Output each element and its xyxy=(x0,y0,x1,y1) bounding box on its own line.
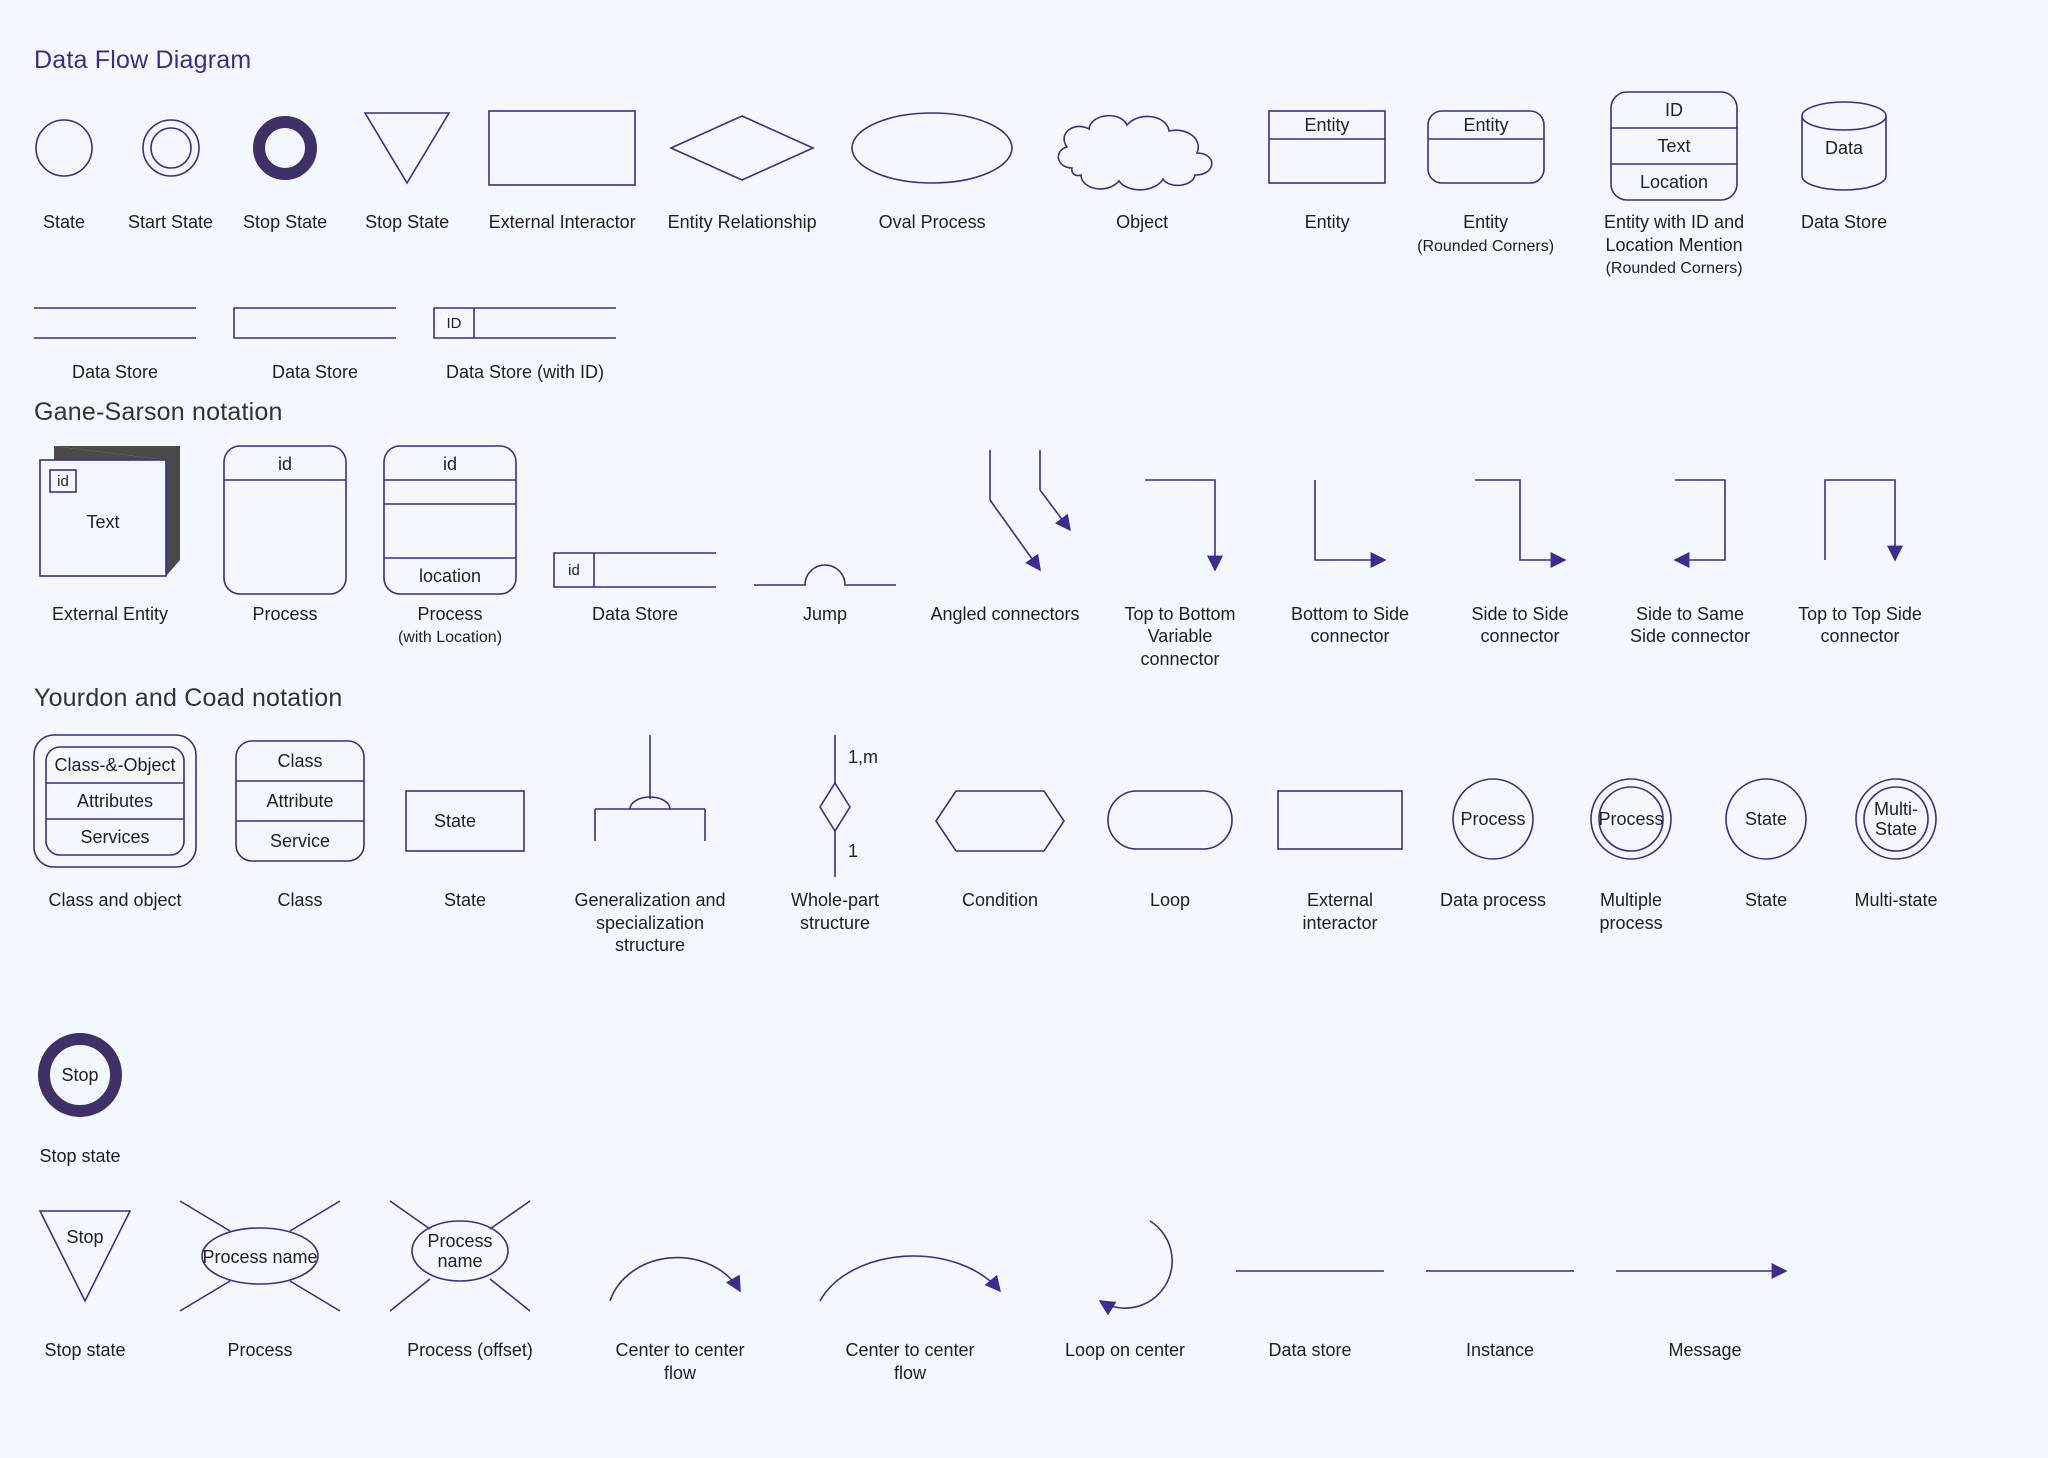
shape-condition: Condition xyxy=(930,731,1070,912)
svg-text:State: State xyxy=(434,811,476,831)
shape-gs-process-location: id location Process(with Location) xyxy=(380,445,520,649)
shape-whole-part: 1,m 1 Whole-part structure xyxy=(770,731,900,934)
svg-text:Multi-: Multi- xyxy=(1874,799,1918,819)
shape-external-entity-3d: id Text External Entity xyxy=(30,445,190,626)
shape-stop-state-triangle: Stop State xyxy=(357,93,457,234)
svg-text:Attributes: Attributes xyxy=(77,791,153,811)
shape-data-store-cylinder: Data Data Store xyxy=(1794,93,1894,234)
dfd-row-1: State Start State Stop State Stop State … xyxy=(30,93,2018,279)
shape-multi-state: Multi-State Multi-state xyxy=(1846,731,1946,912)
svg-text:State: State xyxy=(1875,819,1917,839)
svg-text:Process: Process xyxy=(427,1231,492,1251)
shape-message-arrow: Message xyxy=(1610,1181,1800,1362)
shape-center-flow-1: Center to center flow xyxy=(590,1181,770,1384)
section-title-gane-sarson: Gane-Sarson notation xyxy=(34,398,2018,427)
shape-state: State xyxy=(30,93,98,234)
shape-gen-spec: Generalization and specialization struct… xyxy=(560,731,740,957)
shape-entity-id-location: ID Text Location Entity with ID and Loca… xyxy=(1584,93,1764,279)
shape-yc-state-circle: State State xyxy=(1716,731,1816,912)
shape-datastore-open: Data Store xyxy=(30,293,200,384)
svg-text:Services: Services xyxy=(80,827,149,847)
gs-row: id Text External Entity id Process id lo… xyxy=(30,445,2018,671)
shape-object-cloud: Object xyxy=(1047,93,1237,234)
svg-text:Service: Service xyxy=(270,831,330,851)
shape-jump: Jump xyxy=(750,445,900,626)
shape-external-interactor: External Interactor xyxy=(487,93,637,234)
svg-text:Entity: Entity xyxy=(1305,115,1350,135)
svg-text:Class: Class xyxy=(277,751,322,771)
shape-yc-external-interactor: External interactor xyxy=(1270,731,1410,934)
svg-text:Attribute: Attribute xyxy=(266,791,333,811)
svg-text:Text: Text xyxy=(1658,136,1691,156)
shape-entity: Entity Entity xyxy=(1267,93,1387,234)
connector-top-bottom: Top to Bottom Variable connector xyxy=(1110,445,1250,671)
svg-text:1,m: 1,m xyxy=(848,747,878,767)
dfd-row-2: Data Store Data Store ID Data Store (wit… xyxy=(30,293,2018,384)
shape-entity-relationship: Entity Relationship xyxy=(667,93,817,234)
shape-oval-process: Oval Process xyxy=(847,93,1017,234)
shape-gs-process: id Process xyxy=(220,445,350,626)
svg-text:Stop: Stop xyxy=(61,1065,98,1085)
yc-row-2: Stop Stop state Process name Process Pro… xyxy=(30,1181,2018,1384)
svg-text:name: name xyxy=(437,1251,482,1271)
connector-top-top: Top to Top Side connector xyxy=(1790,445,1930,648)
svg-text:Text: Text xyxy=(86,512,119,532)
shape-gs-datastore: id Data Store xyxy=(550,445,720,626)
shape-loop: Loop xyxy=(1100,731,1240,912)
svg-text:Process: Process xyxy=(1461,809,1526,829)
shape-entity-rounded: Entity Entity(Rounded Corners) xyxy=(1417,93,1554,257)
svg-text:id: id xyxy=(57,473,69,490)
svg-text:id: id xyxy=(443,454,457,474)
shape-yc-state-rect: State State xyxy=(400,731,530,912)
shape-stop-state-circle: Stop State xyxy=(243,93,327,234)
svg-text:Data: Data xyxy=(1825,138,1864,158)
svg-text:ID: ID xyxy=(1665,100,1683,120)
yc-row-1: Class-&-Object Attributes Services Class… xyxy=(30,731,2018,1167)
shape-yc-process-offset: Process name Process (offset) xyxy=(380,1181,560,1362)
svg-text:location: location xyxy=(419,566,481,586)
svg-text:Location: Location xyxy=(1640,172,1708,192)
shape-datastore-closed-left: Data Store xyxy=(230,293,400,384)
shape-class-and-object: Class-&-Object Attributes Services Class… xyxy=(30,731,200,912)
section-title-yourdon-coad: Yourdon and Coad notation xyxy=(34,684,2018,713)
svg-text:Stop: Stop xyxy=(66,1227,103,1247)
shape-yc-stop-state-circle: Stop Stop state xyxy=(30,987,130,1168)
shape-yc-datastore-line: Data store xyxy=(1230,1181,1390,1362)
svg-text:Process: Process xyxy=(1599,809,1664,829)
svg-text:1: 1 xyxy=(848,841,858,861)
connector-side-side: Side to Side connector xyxy=(1450,445,1590,648)
svg-text:id: id xyxy=(278,454,292,474)
connector-angled: Angled connectors xyxy=(930,445,1080,626)
shape-center-flow-2: Center to center flow xyxy=(800,1181,1020,1384)
shape-multiple-process: Process Multiple process xyxy=(1576,731,1686,934)
svg-text:Class-&-Object: Class-&-Object xyxy=(54,755,175,775)
section-title-dfd: Data Flow Diagram xyxy=(34,46,2018,75)
connector-side-same-side: Side to Same Side connector xyxy=(1620,445,1760,648)
svg-text:Entity: Entity xyxy=(1463,115,1508,135)
svg-text:State: State xyxy=(1745,809,1787,829)
shape-start-state: Start State xyxy=(128,93,213,234)
svg-text:ID: ID xyxy=(447,315,462,332)
shape-class: Class Attribute Service Class xyxy=(230,731,370,912)
svg-text:Process name: Process name xyxy=(202,1247,317,1267)
shape-instance-line: Instance xyxy=(1420,1181,1580,1362)
shape-yc-process: Process name Process xyxy=(170,1181,350,1362)
connector-bottom-side: Bottom to Side connector xyxy=(1280,445,1420,648)
shape-data-process: Process Data process xyxy=(1440,731,1546,912)
shape-datastore-with-id: ID Data Store (with ID) xyxy=(430,293,620,384)
shape-yc-stop-state-triangle: Stop Stop state xyxy=(30,1181,140,1362)
shape-loop-center: Loop on center xyxy=(1050,1181,1200,1362)
svg-text:id: id xyxy=(568,562,580,579)
